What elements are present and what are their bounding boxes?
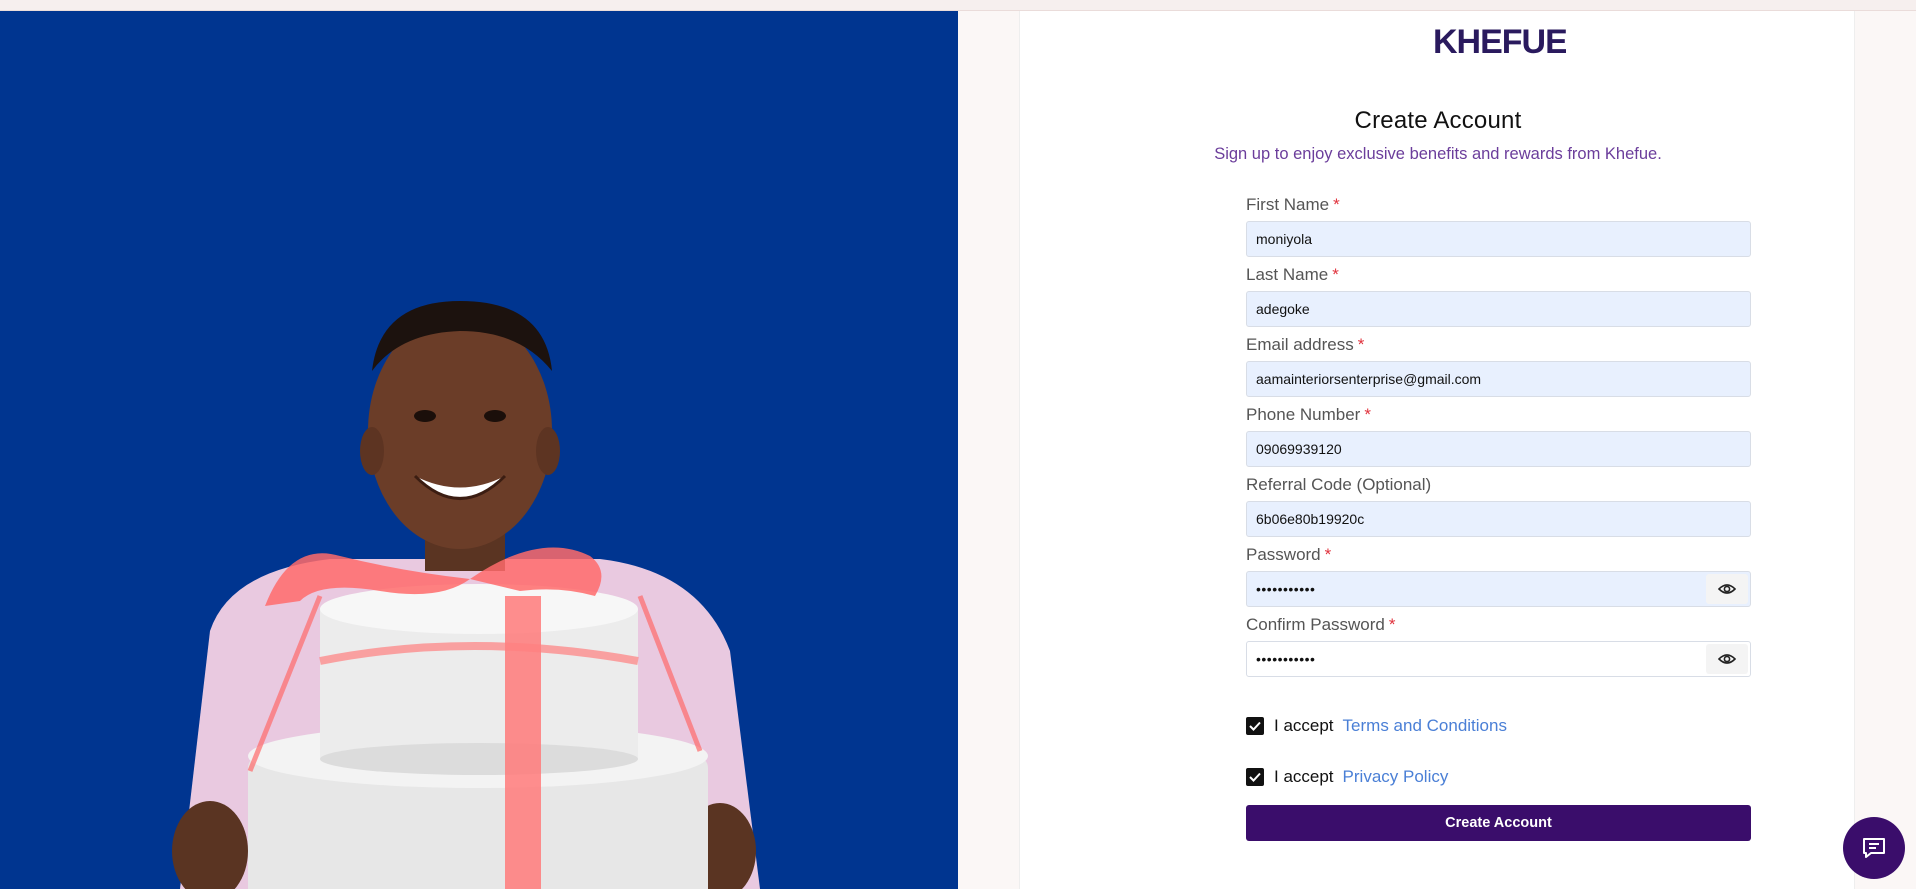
first-name-field: First Name * moniyola: [1246, 193, 1751, 263]
page-subtitle: Sign up to enjoy exclusive benefits and …: [1214, 145, 1662, 163]
khefue-logo[interactable]: KHEFUE: [1433, 24, 1566, 58]
page-title: Create Account: [1354, 107, 1522, 134]
checkmark-icon: [1249, 721, 1261, 731]
confirm-password-field: Confirm Password * •••••••••••: [1246, 613, 1751, 683]
password-field: Password * •••••••••••: [1246, 543, 1751, 613]
phone-label: Phone Number *: [1246, 405, 1371, 424]
confirm-password-toggle-button[interactable]: [1706, 644, 1748, 674]
last-name-input[interactable]: adegoke: [1246, 291, 1751, 327]
last-name-label: Last Name *: [1246, 265, 1339, 284]
confirm-password-label: Confirm Password *: [1246, 615, 1396, 634]
chat-icon: [1863, 838, 1885, 858]
confirm-password-input[interactable]: •••••••••••: [1246, 641, 1751, 677]
phone-field: Phone Number * 09069939120: [1246, 403, 1751, 473]
form-area: KHEFUE Create Account Sign up to enjoy e…: [958, 11, 1916, 889]
chat-button[interactable]: [1843, 817, 1905, 879]
required-marker: *: [1357, 335, 1365, 354]
email-label: Email address *: [1246, 335, 1365, 354]
signup-card: KHEFUE Create Account Sign up to enjoy e…: [1019, 11, 1855, 889]
email-field: Email address * aamainteriorsenterprise@g…: [1246, 333, 1751, 403]
required-marker: *: [1332, 265, 1339, 284]
terms-row: I accept Terms and Conditions: [1246, 715, 1507, 737]
privacy-accept-text: I accept: [1274, 767, 1334, 786]
svg-text:KHEFUE: KHEFUE: [1433, 24, 1566, 58]
browser-top-strip: [0, 0, 1916, 11]
first-name-input[interactable]: moniyola: [1246, 221, 1751, 257]
terms-accept-text: I accept: [1274, 716, 1334, 735]
privacy-link[interactable]: Privacy Policy: [1343, 767, 1449, 787]
eye-icon: [1718, 654, 1736, 664]
eye-icon: [1718, 584, 1736, 594]
referral-input[interactable]: 6b06e80b19920c: [1246, 501, 1751, 537]
required-marker: *: [1333, 195, 1340, 214]
privacy-checkbox[interactable]: [1246, 768, 1264, 786]
checkmark-icon: [1249, 772, 1261, 782]
last-name-field: Last Name * adegoke: [1246, 263, 1751, 333]
password-value: •••••••••••: [1256, 581, 1316, 597]
terms-link[interactable]: Terms and Conditions: [1343, 716, 1507, 736]
required-marker: *: [1324, 545, 1332, 564]
privacy-row: I accept Privacy Policy: [1246, 766, 1448, 788]
password-input[interactable]: •••••••••••: [1246, 571, 1751, 607]
required-marker: *: [1364, 405, 1371, 424]
password-label: Password *: [1246, 545, 1332, 564]
referral-field: Referral Code (Optional) 6b06e80b19920c: [1246, 473, 1751, 543]
confirm-password-value: •••••••••••: [1256, 651, 1316, 667]
signup-form: First Name * moniyola Last Name * adegoke …: [1246, 193, 1751, 683]
password-toggle-button[interactable]: [1706, 574, 1748, 604]
required-marker: *: [1388, 615, 1396, 634]
terms-checkbox[interactable]: [1246, 717, 1264, 735]
referral-label: Referral Code (Optional): [1246, 475, 1432, 494]
create-account-button[interactable]: Create Account: [1246, 805, 1751, 841]
phone-input[interactable]: 09069939120: [1246, 431, 1751, 467]
hero-panel: [0, 11, 958, 889]
first-name-label: First Name *: [1246, 195, 1340, 214]
hero-image: [172, 301, 760, 889]
email-input[interactable]: aamainteriorsenterprise@gmail.com: [1246, 361, 1751, 397]
